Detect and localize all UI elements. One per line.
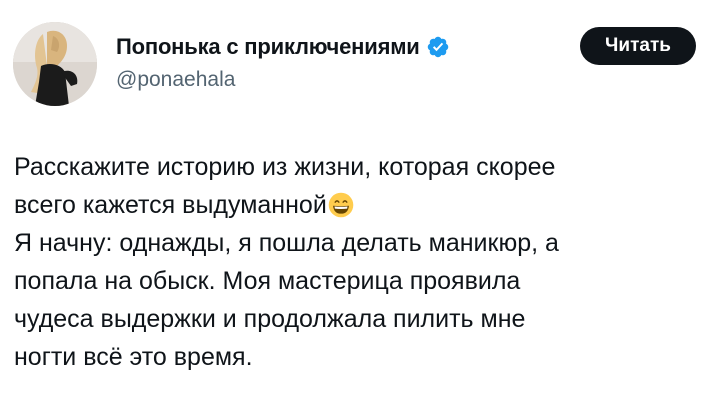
avatar[interactable]	[13, 22, 97, 106]
verified-badge-icon[interactable]	[426, 35, 450, 59]
tweet-card: Попонька с приключениями @ponaehala Чита…	[0, 0, 728, 418]
author-display-name[interactable]: Попонька с приключениями	[116, 34, 420, 60]
tweet-text-line: всего кажется выдуманной	[14, 191, 327, 219]
follow-button[interactable]: Читать	[580, 27, 696, 65]
tweet-text-line: Расскажите историю из жизни, которая ско…	[14, 153, 556, 181]
author-name-row: Попонька с приключениями	[116, 33, 450, 61]
tweet-text-line: Я начну: однажды, я пошла делать маникюр…	[14, 229, 559, 257]
tweet-text-line: чудеса выдержки и продолжала пилить мне	[14, 305, 526, 333]
grinning-face-emoji-icon	[328, 192, 354, 218]
avatar-photo-icon	[13, 22, 97, 106]
tweet-text: Расскажите историю из жизни, которая ско…	[14, 148, 714, 376]
tweet-text-line: попала на обыск. Моя мастерица проявила	[14, 267, 521, 295]
author-handle[interactable]: @ponaehala	[116, 68, 235, 92]
tweet-text-line-with-emoji: всего кажется выдуманной	[14, 186, 714, 224]
tweet-text-line: ногти всё это время.	[14, 343, 253, 371]
